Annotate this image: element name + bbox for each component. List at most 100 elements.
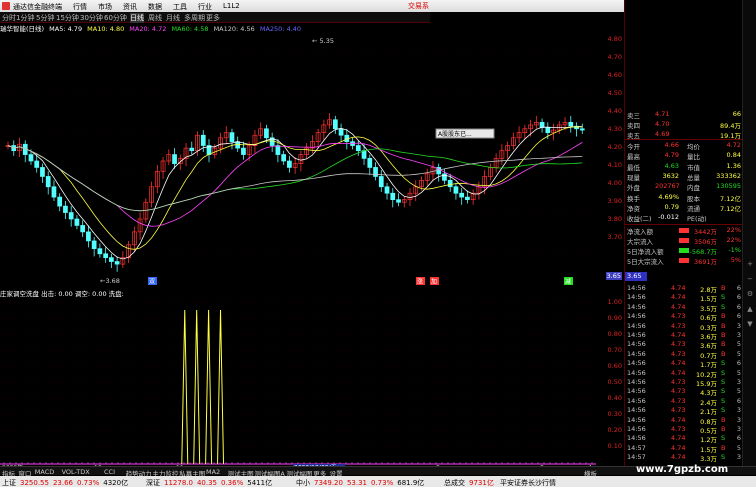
tick-price: 4.73: [671, 387, 686, 396]
period-intraday[interactable]: 分时: [2, 13, 16, 23]
menu-quotes[interactable]: 行情: [73, 2, 87, 12]
tick-count: 5: [736, 368, 741, 377]
zoom-in-icon[interactable]: +: [745, 260, 755, 270]
tick-price: 4.73: [671, 396, 686, 405]
stat-key: 总量: [687, 173, 700, 182]
ask-label: 卖三: [627, 112, 640, 120]
price-tick-label: 4.10: [607, 161, 622, 169]
menu-industry[interactable]: 行业: [198, 2, 212, 12]
index-field: 7349.20: [314, 479, 343, 487]
stat-value: -0.012: [658, 213, 679, 222]
period-more[interactable]: 更多: [206, 13, 220, 23]
indicator-tab[interactable]: CCI: [104, 468, 115, 476]
sub-indicator-chart[interactable]: 2022年10112022/12/09/五234: [0, 298, 596, 470]
menu-news[interactable]: 资讯: [123, 2, 137, 12]
candle-body: [447, 179, 453, 188]
sub-indicator-title: 庄家调空洗盘 出击: 0.00 调空: 0.00 洗盘:: [0, 290, 124, 298]
tick-time: 14:56: [627, 415, 646, 424]
index-field: 总成交: [444, 479, 465, 487]
period-5min[interactable]: 5分钟: [36, 13, 54, 23]
menu-market[interactable]: 市场: [98, 2, 112, 12]
period-weekly[interactable]: 周线: [148, 13, 162, 23]
candle-body: [367, 158, 373, 168]
tick-row: 14:56 4.73 0.7万 B 5: [627, 350, 741, 360]
indicator-tab[interactable]: MACD: [35, 468, 54, 476]
tick-count: 3: [736, 321, 741, 330]
flow-row[interactable]: 净流入额 3442万 22%: [627, 226, 741, 236]
tick-direction: B: [721, 321, 726, 330]
arrow-up-icon[interactable]: ▲: [745, 305, 755, 315]
stat-key: 换手: [627, 194, 640, 203]
tick-price: 4.73: [671, 406, 686, 415]
candle-body: [390, 192, 396, 201]
candle-body: [241, 147, 246, 155]
trade-account[interactable]: 交易系: [408, 1, 429, 11]
period-1min[interactable]: 1分钟: [16, 13, 34, 23]
candle-body: [396, 199, 401, 203]
index-quote[interactable]: 中小 7349.20 53.31 0.73% 681.9亿: [296, 478, 428, 487]
candle-body: [57, 196, 63, 207]
period-multi[interactable]: 多周期: [184, 13, 205, 23]
flow-value: 3442万: [693, 228, 717, 236]
period-daily[interactable]: 日线: [130, 13, 144, 23]
flow-bar: [679, 248, 689, 253]
price-tick-label: 4.70: [607, 53, 622, 61]
arrow-down-icon[interactable]: ▼: [745, 320, 755, 330]
tick-count: 3: [736, 415, 741, 424]
sub-tick-label: 0.40: [607, 394, 622, 402]
tick-count: 6: [736, 302, 741, 311]
flow-row[interactable]: 5日净流入额 -568.7万 -1%: [627, 246, 741, 256]
period-15min[interactable]: 15分钟: [56, 13, 79, 23]
index-field: 深证: [146, 479, 160, 487]
flow-label: 5日大宗流入: [627, 258, 664, 266]
ma5-label: MA5: 4.79: [49, 25, 83, 33]
index-quote[interactable]: 总成交 9731亿: [444, 478, 498, 487]
stat-value: 4.66: [664, 141, 679, 149]
period-60min[interactable]: 60分钟: [104, 13, 127, 23]
tick-price: 4.73: [671, 425, 686, 433]
sub-tick-label: 0.60: [607, 362, 622, 370]
candlestick-chart[interactable]: ← 5.35 ←3.68 A股股东已... 双 涨加 减: [0, 33, 596, 285]
signal-marker-label: 加: [431, 278, 437, 286]
tick-direction: S: [721, 359, 726, 368]
tick-price: 4.74: [671, 293, 686, 302]
tick-price: 4.73: [671, 340, 686, 349]
tick-direction: B: [721, 331, 726, 339]
period-30min[interactable]: 30分钟: [80, 13, 103, 23]
zoom-out-icon[interactable]: −: [745, 275, 755, 285]
menu-l1l2[interactable]: L1L2: [223, 2, 240, 10]
candle-body: [40, 167, 45, 177]
tick-count: 3: [736, 378, 741, 386]
tick-count: 5: [736, 340, 741, 349]
flow-row[interactable]: 5日大宗流入 3691万 5%: [627, 256, 741, 266]
indicator-tab[interactable]: VOL-TDX: [62, 468, 90, 476]
signal-spike: [205, 309, 213, 465]
candle-body: [74, 218, 80, 226]
flow-row[interactable]: 大宗流入 3506万 22%: [627, 236, 741, 246]
tick-price: 4.74: [671, 443, 686, 452]
tick-row: 14:56 4.73 0.3万 B 3: [627, 321, 741, 332]
tick-direction: B: [721, 340, 726, 349]
tick-time: 14:56: [627, 434, 646, 443]
flow-pct: 22%: [726, 226, 741, 234]
period-monthly[interactable]: 月线: [166, 13, 180, 23]
candle-body: [235, 141, 241, 149]
settings-icon[interactable]: ⚙: [745, 290, 755, 300]
stat-value: 0.79: [664, 202, 679, 211]
stat-value: 1.36: [726, 161, 741, 170]
tick-time: 14:56: [627, 425, 646, 433]
index-field: 40.35: [196, 479, 217, 487]
menu-tools[interactable]: 工具: [173, 2, 187, 12]
index-quote[interactable]: 深证 11278.0 40.35 0.36% 5411亿: [146, 478, 276, 487]
candle-body: [579, 128, 585, 131]
low-annotation: ←3.68: [100, 277, 120, 285]
app-name: 通达信金融终端: [13, 3, 62, 11]
index-field: 0.73%: [371, 479, 394, 487]
stat-value: 4.63: [664, 161, 679, 170]
candle-body: [229, 132, 235, 143]
menu-data[interactable]: 数据: [148, 2, 162, 12]
stat-value: 202767: [655, 182, 680, 191]
indicator-tab[interactable]: MA2: [206, 468, 220, 476]
index-quote[interactable]: 上证 3250.55 23.66 0.73% 4320亿: [2, 478, 132, 487]
sub-tick-label: 0.50: [607, 378, 622, 386]
